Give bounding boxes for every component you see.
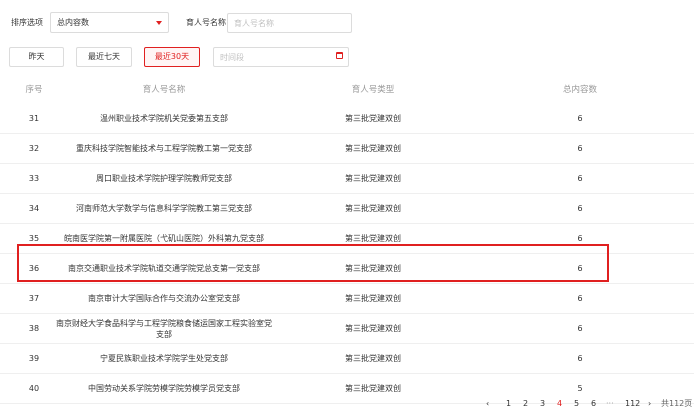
sort-select-value: 总内容数: [57, 18, 89, 27]
table-row: 37 南京审计大学国际合作与交流办公室党支部 第三批党建双创 6: [0, 284, 694, 314]
table-row: 32 重庆科技学院智能技术与工程学院教工第一党支部 第三批党建双创 6: [0, 134, 694, 164]
row-type: 第三批党建双创: [345, 294, 401, 303]
yesterday-button[interactable]: 昨天: [9, 47, 64, 67]
row-index: 34: [28, 204, 40, 213]
header-name: 育人号名称: [142, 85, 186, 95]
table-row: 34 河南师范大学数学与信息科学学院教工第三党支部 第三批党建双创 6: [0, 194, 694, 224]
row-index: 39: [28, 354, 40, 363]
row-name: 南京审计大学国际合作与交流办公室党支部: [88, 294, 240, 303]
total-pages: 共112页: [661, 399, 693, 408]
table-row: 39 宁夏民族职业技术学院学生处党支部 第三批党建双创 6: [0, 344, 694, 374]
date-range-picker[interactable]: [213, 47, 349, 67]
row-index: 37: [28, 294, 40, 303]
row-name: 南京财经大学食品科学与工程学院粮食储运国家工程实验室党支部: [56, 318, 272, 339]
row-name: 皖南医学院第一附属医院（弋矶山医院）外科第九党支部: [64, 234, 264, 243]
row-type: 第三批党建双创: [345, 204, 401, 213]
row-name: 温州职业技术学院机关党委第五支部: [100, 114, 228, 123]
header-count: 总内容数: [562, 85, 597, 95]
row-type: 第三批党建双创: [345, 144, 401, 153]
row-type: 第三批党建双创: [345, 114, 401, 123]
header-type: 育人号类型: [351, 85, 395, 95]
prev-page-button[interactable]: ‹: [486, 397, 489, 411]
table-row: 35 皖南医学院第一附属医院（弋矶山医院）外科第九党支部 第三批党建双创 6: [0, 224, 694, 254]
row-index: 31: [28, 114, 40, 123]
row-index: 38: [28, 324, 40, 333]
row-name: 重庆科技学院智能技术与工程学院教工第一党支部: [76, 144, 252, 153]
last-thirty-days-button[interactable]: 最近30天: [144, 47, 200, 67]
page-last[interactable]: 112: [625, 397, 640, 411]
row-count: 6: [577, 294, 583, 303]
table-row: 38 南京财经大学食品科学与工程学院粮食储运国家工程实验室党支部 第三批党建双创 6: [0, 314, 694, 344]
row-index: 32: [28, 144, 40, 153]
page-5[interactable]: 5: [574, 397, 579, 411]
table-header: 序号 育人号名称 育人号类型 总内容数: [0, 80, 694, 100]
pagination: ‹ 1 2 3 4 5 6 ··· 112 › 共112页: [486, 397, 694, 411]
page-2[interactable]: 2: [523, 397, 528, 411]
row-count: 6: [577, 114, 583, 123]
row-type: 第三批党建双创: [345, 264, 401, 273]
row-type: 第三批党建双创: [345, 174, 401, 183]
name-search-input[interactable]: [227, 13, 352, 33]
row-type: 第三批党建双创: [345, 324, 401, 333]
chevron-down-icon: [156, 21, 162, 25]
row-type: 第三批党建双创: [345, 354, 401, 363]
page-6[interactable]: 6: [591, 397, 596, 411]
table-row: 31 温州职业技术学院机关党委第五支部 第三批党建双创 6: [0, 104, 694, 134]
sort-select[interactable]: 总内容数: [50, 12, 169, 33]
header-index: 序号: [25, 85, 43, 95]
row-name: 中国劳动关系学院劳模学院劳模学员党支部: [88, 384, 240, 393]
row-index: 33: [28, 174, 40, 183]
row-name: 南京交通职业技术学院轨道交通学院党总支第一党支部: [68, 264, 260, 273]
row-name: 周口职业技术学院护理学院教师党支部: [96, 174, 232, 183]
row-count: 6: [577, 204, 583, 213]
page-1[interactable]: 1: [506, 397, 511, 411]
next-page-button[interactable]: ›: [648, 397, 651, 411]
row-count: 6: [577, 354, 583, 363]
page-4-current[interactable]: 4: [557, 397, 562, 411]
row-type: 第三批党建双创: [345, 234, 401, 243]
row-index: 40: [28, 384, 40, 393]
page-3[interactable]: 3: [540, 397, 545, 411]
row-type: 第三批党建双创: [345, 384, 401, 393]
row-count: 6: [577, 234, 583, 243]
sort-label: 排序选项: [11, 18, 43, 27]
row-index: 36: [28, 264, 40, 273]
table-body: 31 温州职业技术学院机关党委第五支部 第三批党建双创 6 32 重庆科技学院智能技术与工…: [0, 104, 694, 404]
calendar-icon: [336, 52, 343, 59]
pagination-ellipsis[interactable]: ···: [606, 397, 614, 411]
row-name: 河南师范大学数学与信息科学学院教工第三党支部: [76, 204, 252, 213]
row-index: 35: [28, 234, 40, 243]
row-count: 6: [577, 144, 583, 153]
table-row: 36 南京交通职业技术学院轨道交通学院党总支第一党支部 第三批党建双创 6: [0, 254, 694, 284]
row-name: 宁夏民族职业技术学院学生处党支部: [100, 354, 228, 363]
row-count: 6: [577, 264, 583, 273]
name-label: 育人号名称: [186, 18, 226, 27]
last-seven-days-button[interactable]: 最近七天: [76, 47, 132, 67]
table-row: 33 周口职业技术学院护理学院教师党支部 第三批党建双创 6: [0, 164, 694, 194]
row-count: 6: [577, 324, 583, 333]
date-range-input[interactable]: [213, 47, 349, 67]
row-count: 6: [577, 174, 583, 183]
